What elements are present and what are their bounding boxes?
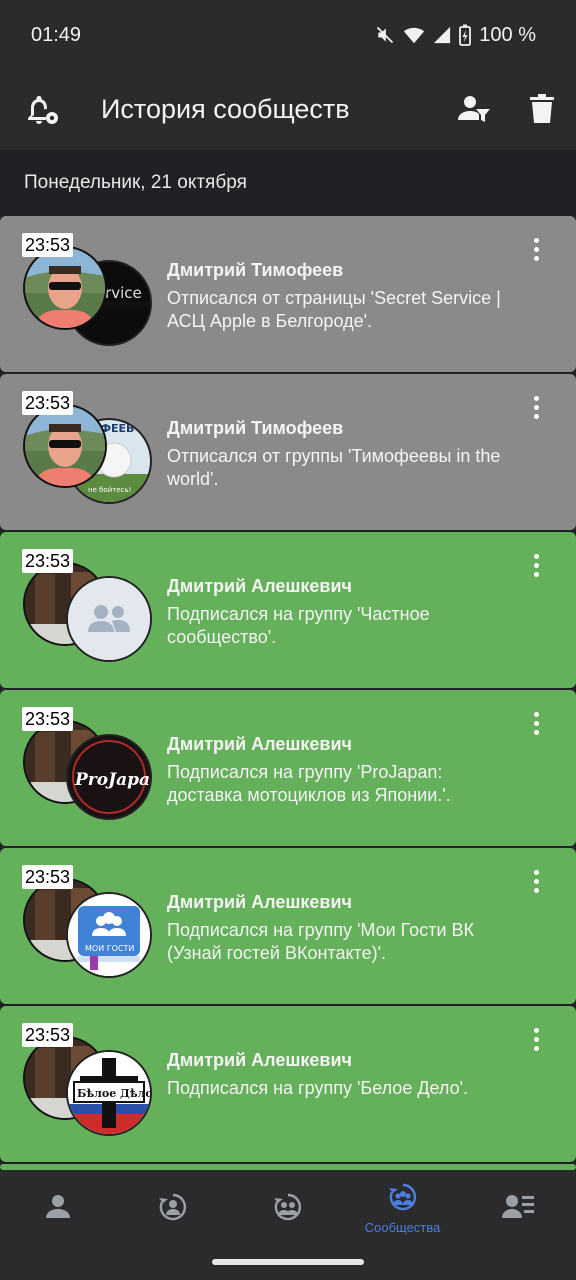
user-avatar — [23, 404, 107, 488]
history-item[interactable]: Бѣлое Дѣло 23:53 Дмитрий Алешкевич Подпи… — [0, 1006, 576, 1162]
user-avatar — [23, 246, 107, 330]
status-icons: 100 % — [375, 22, 536, 48]
notification-settings-button[interactable] — [24, 92, 60, 133]
user-name: Дмитрий Алешкевич — [167, 892, 352, 912]
history-item[interactable]: МОИ ГОСТИ 23:53 Дмитрий Алешкевич Подпис… — [0, 848, 576, 1004]
history-item[interactable]: ЭФЕЕВ не бойтесь! 23:53 Дмитрий Тимофеев… — [0, 374, 576, 530]
event-time: 23:53 — [22, 233, 74, 257]
event-description: Отписался от страницы 'Secret Service | … — [167, 288, 501, 331]
more-vert-icon — [533, 238, 539, 243]
event-description: Подписался на группу 'Мои Гости ВК (Узна… — [167, 920, 474, 963]
group-avatar: Бѣлое Дѣло — [66, 1050, 152, 1136]
battery-level: 100 % — [479, 23, 536, 46]
trash-icon — [530, 94, 554, 123]
more-options-button[interactable] — [527, 712, 545, 740]
more-vert-icon — [533, 870, 539, 875]
date-header-label: Понедельник, 21 октября — [24, 172, 247, 193]
group-avatar: ProJapan — [66, 734, 152, 820]
communities-icon — [388, 1183, 416, 1211]
event-time: 23:53 — [22, 391, 74, 415]
event-description: Подписался на группу 'ProJapan: доставка… — [167, 762, 451, 805]
beloe-delo-logo-text: Бѣлое Дѣло — [77, 1087, 150, 1100]
event-time: 23:53 — [22, 549, 74, 573]
more-options-button[interactable] — [527, 554, 545, 582]
more-vert-icon — [533, 554, 539, 559]
nav-user-list[interactable] — [460, 1170, 575, 1250]
mute-icon — [377, 26, 394, 44]
status-time: 01:49 — [31, 24, 82, 46]
battery-icon — [459, 24, 472, 46]
event-description: Подписался на группу 'Белое Дело'. — [167, 1078, 469, 1098]
more-options-button[interactable] — [527, 1028, 545, 1056]
history-item[interactable]: ProJapan 23:53 Дмитрий Алешкевич Подписа… — [0, 690, 576, 846]
history-item[interactable]: service 23:53 Дмитрий Тимофеев Отписался… — [0, 216, 576, 372]
user-list-icon — [501, 1195, 534, 1218]
notification-settings-icon — [28, 96, 58, 124]
projapan-logo-text: ProJapan — [74, 770, 150, 790]
group-avatar: МОИ ГОСТИ — [66, 892, 152, 978]
user-name: Дмитрий Алешкевич — [167, 576, 352, 596]
user-name: Дмитрий Алешкевич — [167, 1050, 352, 1070]
groups-history-icon — [273, 1193, 301, 1221]
more-options-button[interactable] — [527, 396, 545, 424]
app-bar: История сообществ — [0, 70, 576, 150]
event-description: Подписался на группу 'Частное сообщество… — [167, 604, 430, 647]
nav-friends-history[interactable] — [115, 1170, 230, 1250]
event-time: 23:53 — [22, 707, 74, 731]
nav-communities[interactable]: Сообщества — [345, 1170, 460, 1250]
nav-groups-history[interactable] — [230, 1170, 345, 1250]
home-indicator[interactable] — [212, 1259, 364, 1265]
status-bar: 01:49 100 % — [0, 0, 576, 70]
more-options-button[interactable] — [527, 870, 545, 898]
profile-icon — [45, 1195, 70, 1218]
page-title: История сообществ — [101, 94, 350, 124]
wifi-icon — [404, 27, 425, 44]
user-name: Дмитрий Тимофеев — [167, 260, 344, 280]
clear-history-button[interactable] — [529, 94, 555, 129]
nav-communities-label: Сообщества — [364, 1220, 441, 1235]
nav-profile[interactable] — [0, 1170, 115, 1250]
group-avatar — [66, 576, 152, 662]
event-time: 23:53 — [22, 1023, 74, 1047]
user-filter-button[interactable] — [458, 94, 492, 129]
user-name: Дмитрий Алешкевич — [167, 734, 352, 754]
more-vert-icon — [533, 1028, 539, 1033]
event-description: Отписался от группы 'Тимофеевы in the wo… — [167, 446, 501, 489]
more-options-button[interactable] — [527, 238, 545, 266]
signal-icon — [434, 26, 451, 44]
more-vert-icon — [533, 712, 539, 717]
date-header: Понедельник, 21 октября — [0, 150, 576, 216]
event-time: 23:53 — [22, 865, 74, 889]
user-filter-icon — [458, 96, 490, 122]
friends-history-icon — [158, 1193, 186, 1221]
svg-text:не бойтесь!: не бойтесь! — [88, 486, 131, 494]
moi-gosti-logo-text: МОИ ГОСТИ — [85, 944, 134, 953]
more-vert-icon — [533, 396, 539, 401]
user-name: Дмитрий Тимофеев — [167, 418, 344, 438]
history-item[interactable]: 23:53 Дмитрий Алешкевич Подписался на гр… — [0, 532, 576, 688]
